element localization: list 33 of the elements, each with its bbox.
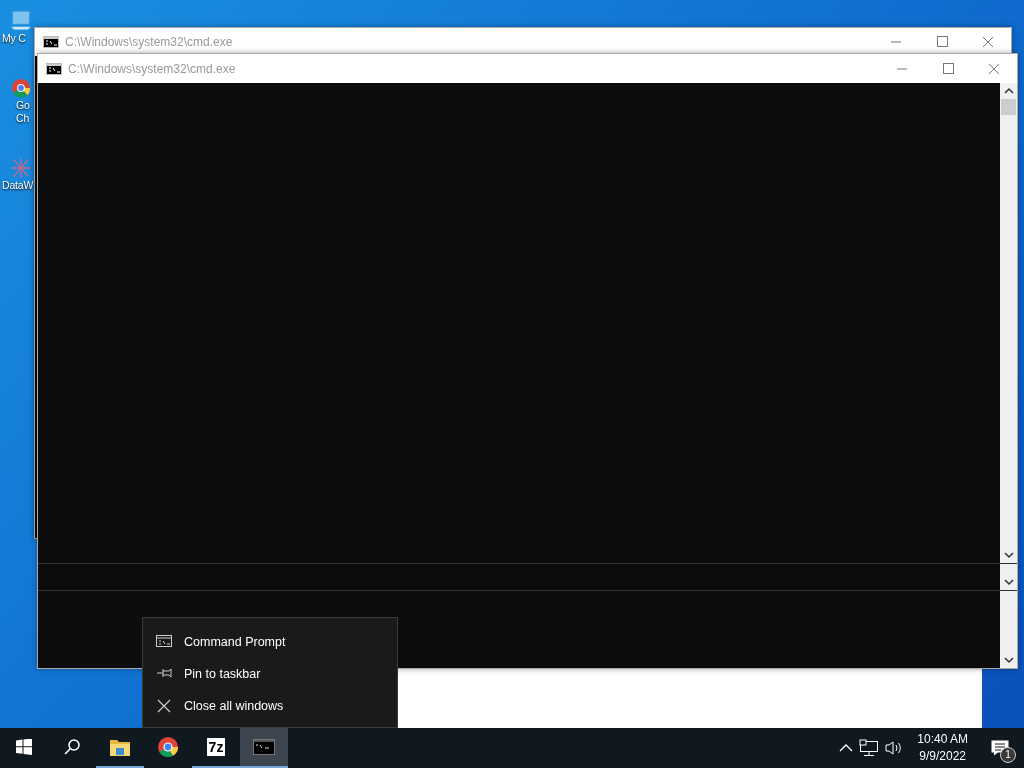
desktop-icon-label[interactable]: My C: [2, 32, 26, 45]
scroll-up-icon[interactable]: [1003, 87, 1014, 95]
scroll-down-icon[interactable]: [1003, 656, 1014, 664]
chrome-icon: [157, 736, 179, 758]
menu-item[interactable]: Command Prompt: [143, 626, 397, 658]
console-icon: [156, 635, 172, 649]
scroll-down-icon[interactable]: [1003, 551, 1014, 559]
console-icon: [46, 62, 62, 75]
close-icon: [156, 699, 172, 713]
network-icon[interactable]: [859, 739, 880, 757]
search-icon: [64, 739, 80, 755]
desktop-icon-label[interactable]: Go Ch: [2, 99, 30, 125]
speaker-icon[interactable]: [885, 740, 904, 756]
console-icon: [253, 739, 275, 755]
window-title: C:\Windows\system32\cmd.exe: [68, 61, 237, 76]
caret-icon[interactable]: [839, 743, 854, 753]
console-icon: [43, 36, 59, 48]
folder-icon: [110, 738, 130, 756]
scrollbar[interactable]: [1000, 564, 1017, 590]
scrollbar[interactable]: [1000, 83, 1017, 563]
scroll-down-icon[interactable]: [1003, 578, 1014, 586]
menu-item[interactable]: Pin to taskbar: [143, 658, 397, 690]
menu-item[interactable]: Close all windows: [143, 690, 397, 722]
desktop-shortcut-icon[interactable]: [10, 10, 32, 32]
desktop-icon-label[interactable]: DataW: [2, 179, 34, 192]
desktop-shortcut-icon[interactable]: [10, 77, 32, 99]
window-title: C:\Windows\system32\cmd.exe: [65, 35, 234, 49]
taskbar-button[interactable]: [240, 728, 288, 768]
windows-logo-icon: [16, 739, 32, 755]
clock[interactable]: 10:40 AM 9/9/2022: [909, 731, 976, 765]
scrollbar[interactable]: [1000, 591, 1017, 668]
scroll-thumb[interactable]: [1001, 99, 1016, 115]
notification-badge: 1: [1000, 747, 1016, 763]
